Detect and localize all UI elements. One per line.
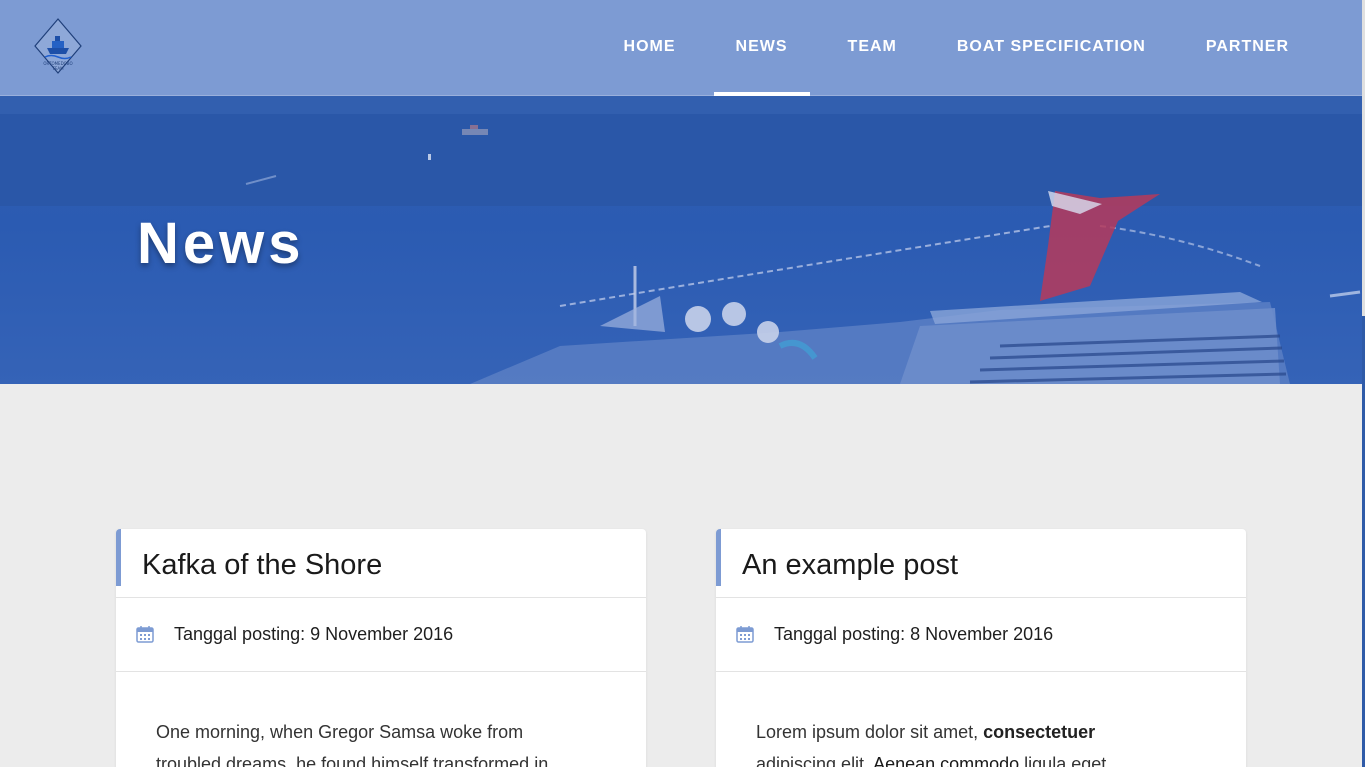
- excerpt-line: Lorem ipsum dolor sit amet, consectetuer: [756, 716, 1206, 748]
- post-title[interactable]: An example post: [742, 549, 958, 582]
- excerpt-line: adipiscing elit. Aenean commodo ligula e…: [756, 748, 1206, 767]
- nav-partner[interactable]: PARTNER: [1176, 0, 1319, 96]
- post-meta: Tanggal posting: 8 November 2016: [716, 598, 1246, 672]
- excerpt-bold: consectetuer: [983, 722, 1096, 742]
- calendar-icon: [136, 626, 154, 643]
- post-date: Tanggal posting: 9 November 2016: [174, 624, 454, 644]
- svg-text:TEAM: TEAM: [51, 66, 64, 71]
- post-title[interactable]: Kafka of the Shore: [142, 549, 382, 582]
- nav-boat-specification[interactable]: BOAT SPECIFICATION: [927, 0, 1176, 96]
- post-card: An example post Tanggal posting: 8 Novem…: [716, 529, 1246, 767]
- excerpt-text: ligula eget: [1019, 754, 1107, 767]
- excerpt-line: One morning, when Gregor Samsa woke from: [156, 722, 524, 742]
- team-logo[interactable]: ORTOMEDOBO TEAM: [33, 17, 83, 77]
- nav-news[interactable]: NEWS: [706, 0, 818, 96]
- post-card: Kafka of the Shore Tanggal posting: 9 No…: [116, 529, 646, 767]
- post-date: Tanggal posting: 8 November 2016: [774, 624, 1054, 644]
- accent-bar: [116, 529, 121, 586]
- excerpt-link[interactable]: Aenean commodo: [873, 754, 1019, 767]
- hero-banner: News: [0, 96, 1362, 384]
- post-card-header: Kafka of the Shore: [116, 529, 646, 598]
- accent-bar: [716, 529, 721, 586]
- calendar-icon: [736, 626, 754, 643]
- post-excerpt: One morning, when Gregor Samsa woke from…: [116, 672, 646, 767]
- nav-team[interactable]: TEAM: [818, 0, 927, 96]
- top-navbar: ORTOMEDOBO TEAM HOME NEWS TEAM BOAT SPEC…: [0, 0, 1362, 96]
- nav-home[interactable]: HOME: [594, 0, 706, 96]
- excerpt-text: adipiscing elit.: [756, 754, 874, 767]
- excerpt-text: Lorem ipsum dolor sit amet,: [756, 722, 984, 742]
- post-excerpt: Lorem ipsum dolor sit amet, consectetuer…: [716, 672, 1246, 767]
- post-meta: Tanggal posting: 9 November 2016: [116, 598, 646, 672]
- page-title: News: [137, 211, 305, 276]
- post-card-header: An example post: [716, 529, 1246, 598]
- main-nav: HOME NEWS TEAM BOAT SPECIFICATION PARTNE…: [594, 0, 1319, 96]
- excerpt-line: troubled dreams, he found himself transf…: [156, 754, 549, 767]
